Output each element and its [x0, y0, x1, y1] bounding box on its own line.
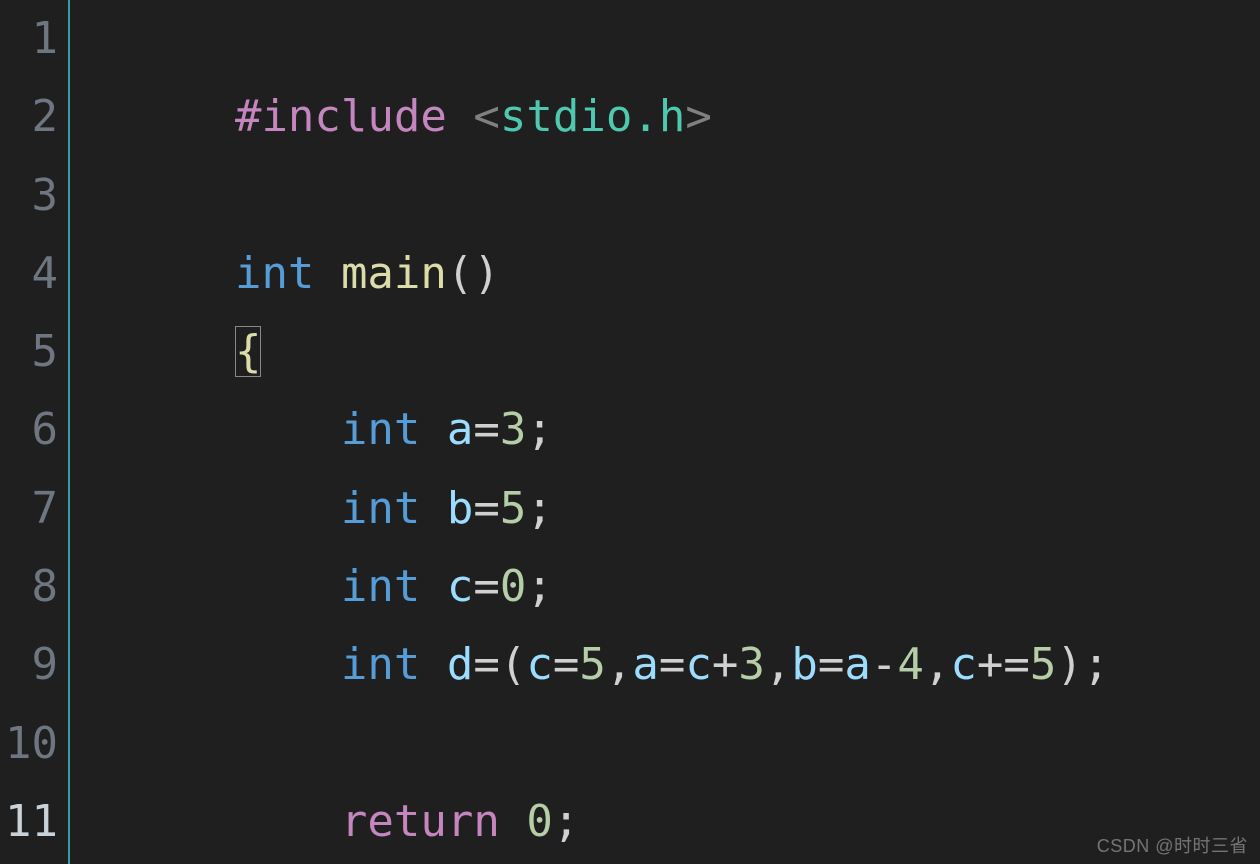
code-area[interactable]: #include <stdio.h> int main() { int a=3;…: [70, 0, 1260, 864]
code-line[interactable]: return 0;: [70, 705, 1260, 783]
number: 5: [579, 639, 606, 690]
semicolon: ;: [553, 796, 580, 847]
line-number: 9: [0, 626, 68, 704]
header-name: stdio.h: [500, 91, 685, 142]
semicolon: ;: [1083, 639, 1110, 690]
code-line[interactable]: #include <stdio.h>: [70, 0, 1260, 78]
minus: -: [871, 639, 898, 690]
variable: a: [632, 639, 659, 690]
variable: c: [526, 639, 553, 690]
preprocessor-directive: #include: [235, 91, 447, 142]
equals: =: [818, 639, 845, 690]
space: [314, 248, 341, 299]
keyword-int: int: [341, 404, 420, 455]
equals: =: [473, 639, 500, 690]
indent: [235, 561, 341, 612]
number: 4: [897, 639, 924, 690]
line-number: 8: [0, 548, 68, 626]
keyword-int: int: [235, 248, 314, 299]
line-number: 6: [0, 391, 68, 469]
line-number-gutter: 1 2 3 4 5 6 7 8 9 10 11: [0, 0, 70, 864]
number: 0: [526, 796, 553, 847]
line-number: 2: [0, 78, 68, 156]
comma: ,: [606, 639, 633, 690]
comma: ,: [765, 639, 792, 690]
keyword-return: return: [341, 796, 500, 847]
brace-open: {: [235, 326, 262, 377]
keyword-int: int: [341, 639, 420, 690]
equals: =: [473, 561, 500, 612]
equals: =: [473, 483, 500, 534]
indent: [235, 404, 341, 455]
number: 0: [500, 561, 527, 612]
equals: =: [659, 639, 686, 690]
keyword-int: int: [341, 483, 420, 534]
space: [500, 796, 527, 847]
variable: c: [950, 639, 977, 690]
line-number: 7: [0, 470, 68, 548]
space: [420, 561, 447, 612]
space: [447, 91, 474, 142]
line-number: 3: [0, 157, 68, 235]
comma: ,: [924, 639, 951, 690]
variable: b: [447, 483, 474, 534]
equals: =: [553, 639, 580, 690]
line-number: 1: [0, 0, 68, 78]
angle-close: >: [685, 91, 712, 142]
indent: [235, 796, 341, 847]
number: 3: [500, 404, 527, 455]
space: [420, 404, 447, 455]
variable: a: [447, 404, 474, 455]
semicolon: ;: [526, 483, 553, 534]
plus: +: [712, 639, 739, 690]
number: 3: [738, 639, 765, 690]
paren-close: ): [1056, 639, 1083, 690]
variable: d: [447, 639, 474, 690]
function-name: main: [341, 248, 447, 299]
number: 5: [1030, 639, 1057, 690]
indent: [235, 483, 341, 534]
code-line[interactable]: int main(): [70, 157, 1260, 235]
number: 5: [500, 483, 527, 534]
watermark-text: CSDN @时时三省: [1097, 832, 1248, 858]
line-number: 4: [0, 235, 68, 313]
space: [420, 483, 447, 534]
variable: c: [685, 639, 712, 690]
plus-equals: +=: [977, 639, 1030, 690]
semicolon: ;: [526, 561, 553, 612]
line-number: 10: [0, 705, 68, 783]
line-number: 5: [0, 313, 68, 391]
code-editor[interactable]: 1 2 3 4 5 6 7 8 9 10 11 #include <stdio.…: [0, 0, 1260, 864]
parentheses: (): [447, 248, 500, 299]
angle-open: <: [473, 91, 500, 142]
space: [420, 639, 447, 690]
variable: b: [791, 639, 818, 690]
semicolon: ;: [526, 404, 553, 455]
paren-open: (: [500, 639, 527, 690]
indent: [235, 639, 341, 690]
variable: a: [844, 639, 871, 690]
variable: c: [447, 561, 474, 612]
line-number: 11: [0, 783, 68, 861]
keyword-int: int: [341, 561, 420, 612]
equals: =: [473, 404, 500, 455]
